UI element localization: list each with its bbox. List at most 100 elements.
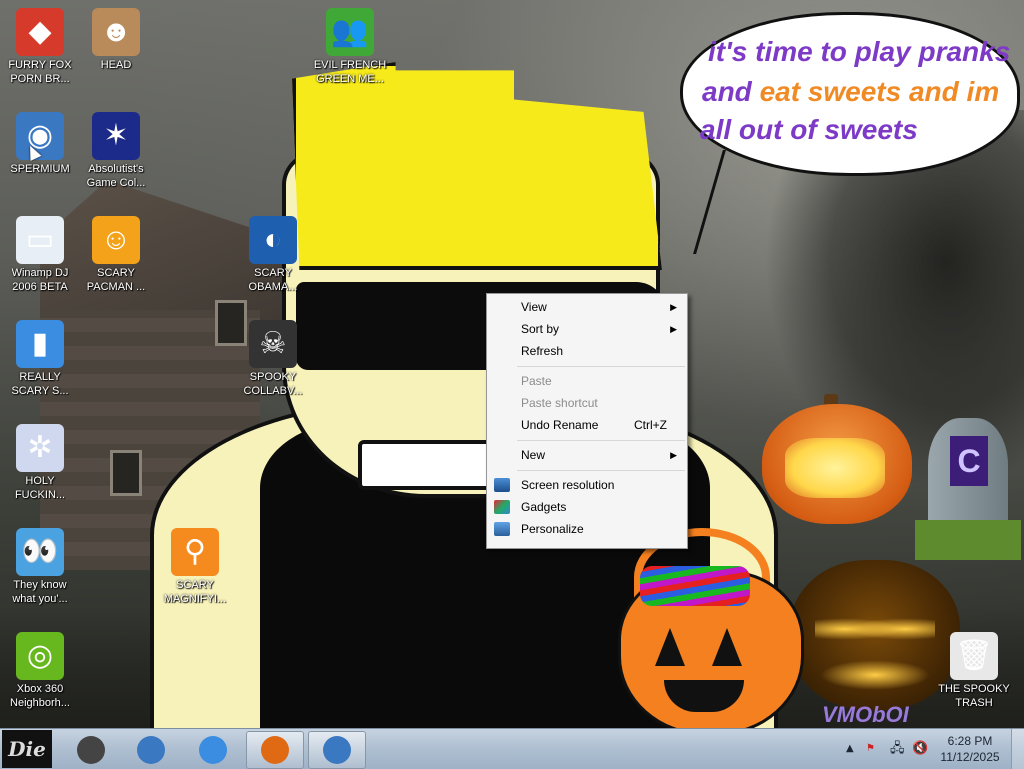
spider-icon: ✲ <box>16 424 64 472</box>
watermark-text: VMObOI <box>822 702 909 727</box>
submenu-arrow-icon: ▶ <box>670 302 677 312</box>
chromium-taskbar-button[interactable] <box>122 731 180 769</box>
menu-item-gadgets[interactable]: Gadgets <box>487 496 687 518</box>
menu-item-new[interactable]: New ▶ <box>487 444 687 466</box>
speech-bubble-tail <box>693 150 770 254</box>
menu-item-label: Sort by <box>521 322 560 336</box>
pumpkin-taskbar-button[interactable] <box>246 731 304 769</box>
menu-item-label: Personalize <box>521 522 584 536</box>
house-window <box>110 450 142 496</box>
taskbar: Die ▲ ⚑ 🖧 🔇 6:28 PM 11/12/2025 <box>0 728 1024 769</box>
desktop-icon-label: SPERMIUM <box>10 163 70 175</box>
winamp-window-icon: ▭ <box>16 216 64 264</box>
menu-item-label: New <box>521 448 546 462</box>
submenu-arrow-icon: ▶ <box>670 324 677 334</box>
desktop-icon-recycle-bin[interactable]: 🗑 THE SPOOKY TRASH <box>936 632 1012 710</box>
desktop-icon-xat-chat[interactable]: ▮ REALLY SCARY S... <box>2 320 78 398</box>
menu-separator <box>517 440 685 441</box>
desktop-icon-obama-logo[interactable]: ◐ SCARY OBAMA... <box>235 216 311 294</box>
desktop-icon-head-photo[interactable]: ☻ HEAD <box>78 8 154 72</box>
menu-item-label: Screen resolution <box>521 478 615 492</box>
clock[interactable]: 6:28 PM 11/12/2025 <box>930 733 1010 765</box>
menu-item-personalize[interactable]: Personalize <box>487 518 687 540</box>
start-button[interactable]: Die <box>2 730 52 768</box>
pumpkin-pacman-icon: ☺ <box>92 216 140 264</box>
desktop-icon-spider[interactable]: ✲ HOLY FUCKIN... <box>2 424 78 502</box>
volume-muted-icon[interactable]: 🔇 <box>912 729 928 769</box>
desktop-icon-label: Absolutist's Game Col... <box>86 163 146 189</box>
desktop-context-menu: View ▶ Sort by ▶ Refresh Paste Paste shortcut U… <box>486 293 688 549</box>
menu-item-label: Undo Rename <box>521 418 599 432</box>
chromium-icon <box>137 736 165 764</box>
candy <box>640 566 750 606</box>
desktop-icon-label: EVIL FRENCH GREEN ME... <box>313 59 387 85</box>
head-photo-icon: ☻ <box>92 8 140 56</box>
folder-taskbar-button[interactable] <box>62 731 120 769</box>
network-icon[interactable]: 🖧 <box>890 729 905 769</box>
menu-item-label: View <box>521 300 547 314</box>
menu-item-paste-shortcut: Paste shortcut <box>487 392 687 414</box>
menu-item-refresh[interactable]: Refresh <box>487 340 687 362</box>
cartoon-hat <box>292 62 662 270</box>
desktop-icon-pumpkin-pacman[interactable]: ☺ SCARY PACMAN ... <box>78 216 154 294</box>
menu-item-sort-by[interactable]: Sort by ▶ <box>487 318 687 340</box>
submenu-arrow-icon: ▶ <box>670 450 677 460</box>
chromium2-taskbar-button[interactable] <box>308 731 366 769</box>
bucket-icon <box>199 736 227 764</box>
menu-separator <box>517 470 685 471</box>
desktop-icon-fox-browser[interactable]: ◆ FURRY FOX PORN BR... <box>2 8 78 86</box>
desktop-icon-label: SCARY PACMAN ... <box>86 267 146 293</box>
desktop[interactable]: it's time to play pranks and eat sweets … <box>0 0 1024 728</box>
gadgets-icon <box>494 500 510 514</box>
desktop-icon-label: SPOOKY COLLABV... <box>243 371 303 397</box>
desktop-icon-label: HOLY FUCKIN... <box>14 475 66 501</box>
desktop-icon-chromium[interactable]: ◉ SPERMIUM <box>2 112 78 176</box>
jack-o-lantern-face <box>785 438 885 498</box>
bubble-line-2: and eat sweets and im <box>702 76 999 108</box>
desktop-icon-label: THE SPOOKY TRASH <box>938 683 1010 709</box>
menu-item-undo-rename[interactable]: Undo Rename Ctrl+Z <box>487 414 687 436</box>
recycle-bin-icon: 🗑 <box>950 632 998 680</box>
desktop-icon-game-collection[interactable]: ✶ Absolutist's Game Col... <box>78 112 154 190</box>
show-hidden-icons-button[interactable]: ▲ <box>846 729 854 769</box>
desktop-icon-label: SCARY OBAMA... <box>248 267 298 293</box>
menu-item-label: Paste <box>521 374 552 388</box>
glowing-pumpkin-eyes <box>815 612 935 646</box>
desktop-icon-label: Xbox 360 Neighborh... <box>10 683 70 709</box>
desktop-icon-label: SCARY MAGNIFYI... <box>163 579 227 605</box>
desktop-icon-label: Winamp DJ 2006 BETA <box>11 267 69 293</box>
show-desktop-button[interactable] <box>1011 729 1024 769</box>
desktop-icon-skull[interactable]: ☠ SPOOKY COLLABV... <box>235 320 311 398</box>
bucket-taskbar-button[interactable] <box>184 731 242 769</box>
action-center-flag-icon[interactable]: ⚑ <box>866 729 875 769</box>
bubble-line-2-b: eat sweets and im <box>759 76 1000 107</box>
glowing-pumpkin-mouth <box>820 660 930 690</box>
bubble-line-2-a: and <box>702 76 760 107</box>
eyes-icon: 👀 <box>16 528 64 576</box>
desktop-icon-label: They know what you'... <box>12 579 68 605</box>
menu-item-screen-resolution[interactable]: Screen resolution <box>487 474 687 496</box>
xbox-icon: ◎ <box>16 632 64 680</box>
desktop-icon-xbox[interactable]: ◎ Xbox 360 Neighborh... <box>2 632 78 710</box>
menu-separator <box>517 366 685 367</box>
monitor-icon <box>494 478 510 492</box>
menu-item-label: Gadgets <box>521 500 567 514</box>
clock-time: 6:28 PM <box>947 734 993 748</box>
desktop-icon-eyes[interactable]: 👀 They know what you'... <box>2 528 78 606</box>
menu-item-view[interactable]: View ▶ <box>487 296 687 318</box>
bubble-line-1: it's time to play pranks <box>708 36 1011 67</box>
clock-date: 11/12/2025 <box>940 750 1000 764</box>
fox-browser-icon: ◆ <box>16 8 64 56</box>
bubble-line-3: all out of sweets <box>700 114 918 145</box>
desktop-icon-winamp-window[interactable]: ▭ Winamp DJ 2006 BETA <box>2 216 78 294</box>
magnifier-icon: ⚲ <box>171 528 219 576</box>
desktop-icon-label: HEAD <box>100 59 132 71</box>
obama-logo-icon: ◐ <box>249 216 297 264</box>
personalize-icon <box>494 522 510 536</box>
desktop-icon-label: FURRY FOX PORN BR... <box>8 59 72 85</box>
pumpkin-icon <box>261 736 289 764</box>
desktop-icon-magnifier[interactable]: ⚲ SCARY MAGNIFYI... <box>157 528 233 606</box>
desktop-icon-messenger-people[interactable]: 👥 EVIL FRENCH GREEN ME... <box>312 8 388 86</box>
grass <box>915 520 1021 560</box>
tombstone-letter: C <box>950 436 988 486</box>
